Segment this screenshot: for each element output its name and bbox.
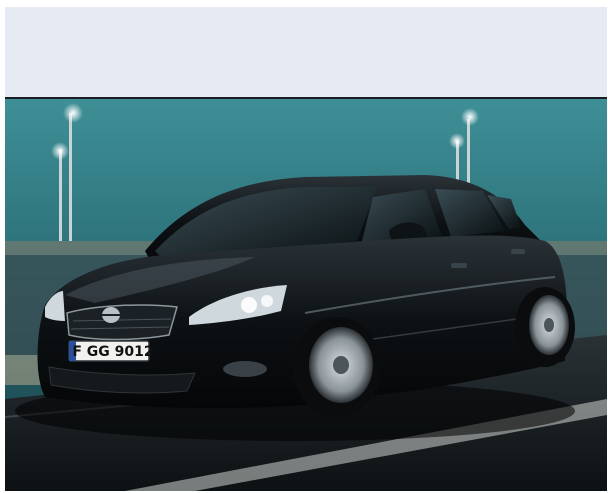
front-wheel [293, 317, 381, 417]
content-frame: F GG 9012 [5, 7, 607, 491]
car-photo: F GG 9012 [5, 99, 607, 491]
license-plate-text: F GG 9012 [72, 344, 153, 360]
header-band [5, 7, 607, 99]
license-plate: F GG 9012 [68, 340, 154, 362]
car-photo-image: F GG 9012 [5, 99, 607, 491]
front-grille [66, 304, 178, 341]
rear-wheel [515, 287, 575, 367]
fog-light [223, 361, 267, 377]
